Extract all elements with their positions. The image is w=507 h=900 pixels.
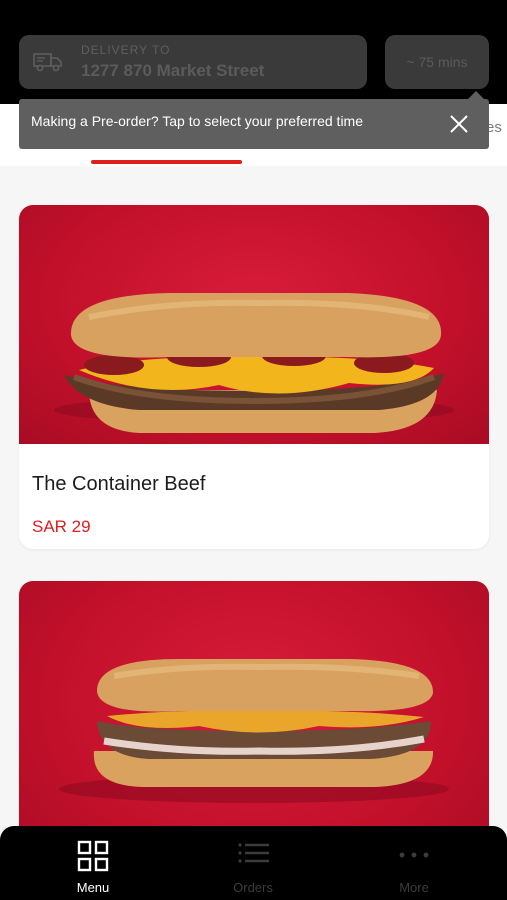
list-icon — [238, 843, 269, 863]
nav-label-more: More — [399, 880, 429, 895]
delivery-truck-icon — [33, 53, 62, 72]
nav-label-menu: Menu — [76, 880, 110, 895]
menu-item-image — [19, 205, 489, 444]
bottom-navigation: Menu Orders More — [0, 826, 507, 900]
grid-icon — [77, 840, 109, 872]
tooltip-arrow — [468, 91, 484, 99]
nav-item-menu[interactable]: Menu — [43, 826, 143, 900]
eta-text: ~ 75 mins — [406, 54, 468, 70]
close-icon[interactable] — [449, 114, 469, 134]
tooltip-text: Making a Pre-order? Tap to select your p… — [31, 113, 364, 129]
menu-item-name: The Container Beef — [32, 473, 206, 495]
nav-item-more[interactable]: More — [364, 826, 464, 900]
nav-label-orders: Orders — [233, 880, 273, 895]
preorder-tooltip[interactable]: Making a Pre-order? Tap to select your p… — [19, 91, 489, 149]
delivery-time-selector[interactable]: ~ 75 mins — [385, 35, 489, 89]
top-header: DELIVERY TO 1277 870 Market Street ~ 75 … — [0, 0, 507, 104]
delivery-label: DELIVERY TO — [81, 43, 171, 57]
active-tab-indicator — [91, 160, 242, 164]
delivery-address-selector[interactable]: DELIVERY TO 1277 870 Market Street — [19, 35, 367, 89]
menu-item-price: SAR 29 — [32, 517, 91, 536]
nav-item-orders[interactable]: Orders — [203, 826, 303, 900]
more-dots-icon — [399, 852, 429, 858]
delivery-address: 1277 870 Market Street — [81, 61, 265, 80]
sandwich-illustration — [54, 293, 454, 433]
menu-item-card[interactable]: The Container Beef SAR 29 — [19, 205, 489, 549]
